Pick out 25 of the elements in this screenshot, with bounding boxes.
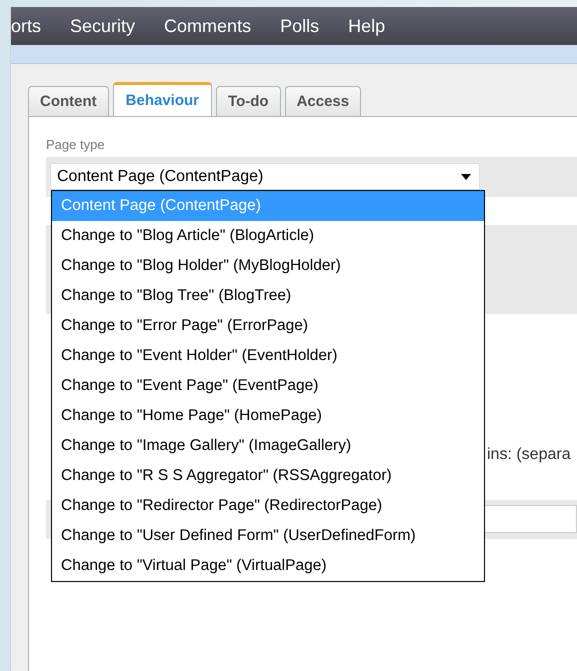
dropdown-option[interactable]: Change to "Image Gallery" (ImageGallery) (52, 431, 484, 461)
menu-item[interactable]: orts (11, 16, 42, 36)
tab[interactable]: To-do (216, 86, 281, 116)
dropdown-option[interactable]: Change to "Virtual Page" (VirtualPage) (52, 551, 484, 581)
menu-item[interactable]: Help (348, 16, 386, 36)
tab[interactable]: Content (28, 86, 109, 116)
dropdown-option[interactable]: Change to "Redirector Page" (RedirectorPage) (52, 491, 484, 521)
dropdown-option[interactable]: Change to "Blog Holder" (MyBlogHolder) (52, 251, 484, 281)
menu-item[interactable]: Security (70, 16, 136, 36)
tab[interactable]: Access (284, 86, 362, 116)
dropdown-option[interactable]: Change to "Event Holder" (EventHolder) (52, 341, 484, 371)
dropdown-option[interactable]: Change to "Event Page" (EventPage) (52, 371, 484, 401)
page-type-select[interactable]: Content Page (ContentPage) (50, 163, 480, 190)
dropdown-option[interactable]: Change to "Blog Article" (BlogArticle) (52, 221, 484, 251)
dropdown-option[interactable]: Change to "Blog Tree" (BlogTree) (52, 281, 484, 311)
menu-item[interactable]: Polls (280, 16, 320, 36)
dropdown-option[interactable]: Change to "Error Page" (ErrorPage) (52, 311, 484, 341)
dropdown-option[interactable]: Change to "User Defined Form" (UserDefinedForm) (52, 521, 484, 551)
field-label: ins: (separa (487, 446, 571, 463)
field-label: Page type (46, 137, 106, 152)
tab[interactable]: Behaviour (112, 82, 212, 116)
dropdown-option[interactable]: Change to "R S S Aggregator" (RSSAggregator) (52, 461, 484, 491)
caret-icon (461, 174, 471, 180)
dropdown-option[interactable]: Change to "Home Page" (HomePage) (52, 401, 484, 431)
menu-item[interactable]: Comments (164, 16, 252, 36)
